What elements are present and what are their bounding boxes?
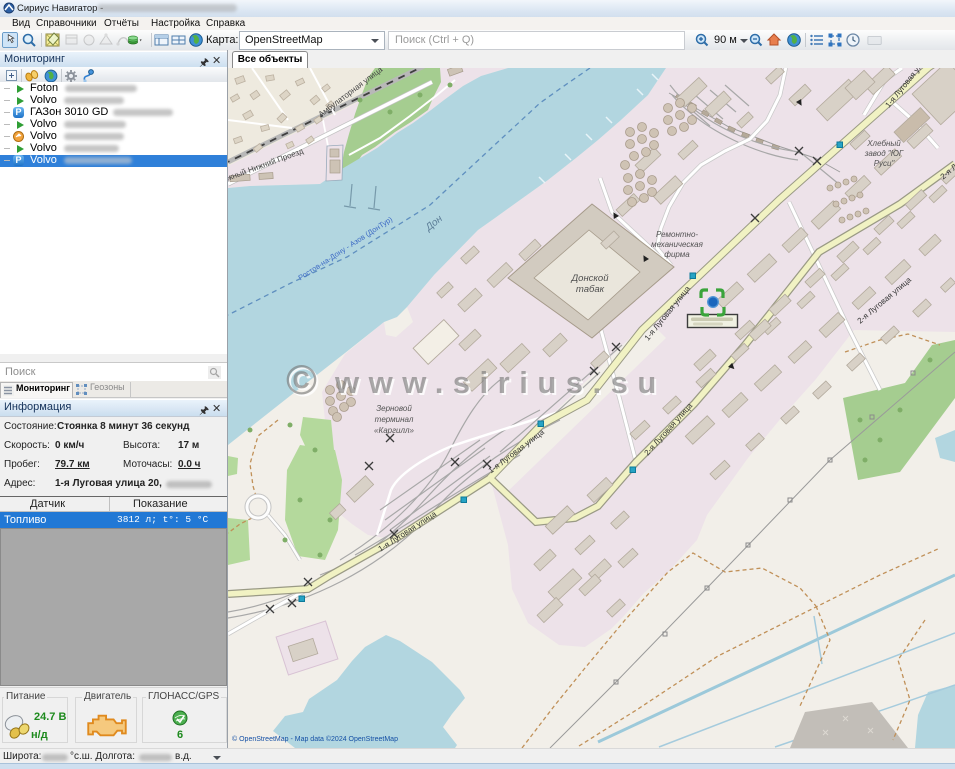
svg-text:Донской: Донской: [570, 273, 609, 284]
svg-text:Ремонтно-: Ремонтно-: [656, 230, 698, 239]
svg-text:фирма: фирма: [664, 250, 690, 259]
svg-text:© OpenStreetMap - Map data ©20: © OpenStreetMap - Map data ©2024 OpenStr…: [232, 735, 398, 743]
svg-text:Зерновой: Зерновой: [376, 404, 412, 413]
svg-text:завод "ЮГ: завод "ЮГ: [864, 149, 904, 158]
svg-text:©: ©: [286, 356, 317, 403]
svg-text:табак: табак: [576, 284, 605, 295]
svg-text:«Каргилл»: «Каргилл»: [374, 426, 414, 435]
svg-text:Хлебный: Хлебный: [866, 139, 901, 148]
svg-text:Руси": Руси": [874, 159, 896, 168]
svg-text:терминал: терминал: [375, 415, 414, 424]
svg-text:механическая: механическая: [651, 240, 704, 249]
svg-text:www.sirius.su: www.sirius.su: [334, 365, 666, 400]
